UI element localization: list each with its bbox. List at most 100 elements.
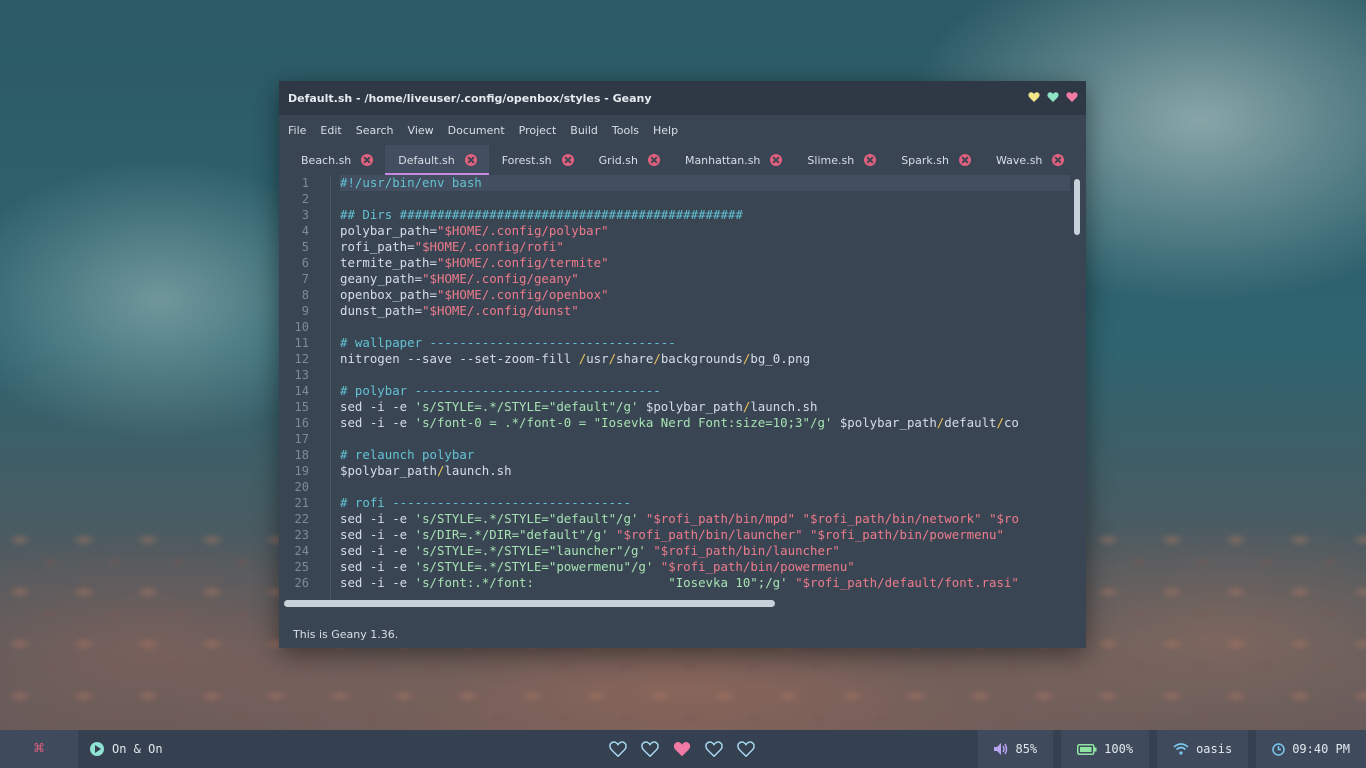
tab-default[interactable]: Default.sh — [385, 145, 490, 175]
tab-close-icon[interactable] — [647, 154, 660, 166]
play-icon[interactable] — [90, 742, 104, 756]
menu-view[interactable]: View — [408, 124, 434, 137]
code-token: # rofi -------------------------------- — [340, 495, 631, 510]
code-line: rofi_path="$HOME/.config/rofi" — [340, 239, 1070, 255]
tab-close-icon[interactable] — [959, 154, 971, 166]
workspace-4-heart-icon[interactable] — [705, 741, 723, 757]
code-line: # relaunch polybar — [340, 447, 1070, 463]
tab-close-icon[interactable] — [864, 154, 877, 166]
tab-close-icon[interactable] — [361, 154, 374, 166]
tab-label: Default.sh — [398, 153, 455, 167]
line-number-gutter: 1 2 3 4 5 6 7 8 9 10 11 12 13 14 15 16 17 18 19 20 21 22 23 24 2… — [279, 175, 323, 599]
maximize-heart-icon[interactable] — [1047, 91, 1059, 103]
code-editor[interactable]: 1 2 3 4 5 6 7 8 9 10 11 12 13 14 15 16 17 18 19 20 21 22 23 24 2… — [279, 175, 1086, 599]
code-line: ​ — [340, 367, 1070, 383]
network-module[interactable]: oasis — [1157, 730, 1249, 768]
code-token: polybar_path= — [340, 223, 437, 238]
code-token: 's/STYLE=.*/STYLE="launcher"/g' — [414, 543, 646, 558]
code-token: openbox_path= — [340, 287, 437, 302]
mpd-track: On & On — [112, 742, 163, 756]
line-number: 22 — [294, 512, 309, 526]
code-token: # relaunch polybar — [340, 447, 475, 462]
code-token: ## Dirs ################################… — [340, 207, 743, 222]
tab-close-icon[interactable] — [770, 154, 783, 166]
launcher-button[interactable]: ⌘ — [0, 730, 78, 768]
mpd-module[interactable]: On & On — [90, 742, 163, 756]
code-area[interactable]: #!/usr/bin/env bash​## Dirs ############… — [340, 175, 1070, 599]
code-token: termite_path= — [340, 255, 437, 270]
line-number: 7 — [301, 272, 309, 286]
tab-label: Forest.sh — [501, 153, 552, 167]
code-token: sed -i -e — [340, 415, 415, 430]
code-line: ​ — [340, 191, 1070, 207]
code-line: geany_path="$HOME/.config/geany" — [340, 271, 1070, 287]
code-token: launch.sh — [444, 463, 512, 478]
horizontal-scrollbar[interactable] — [284, 600, 775, 607]
tab-label: Beach.sh — [301, 153, 352, 167]
volume-module[interactable]: 85% — [978, 730, 1054, 768]
code-line: dunst_path="$HOME/.config/dunst" — [340, 303, 1070, 319]
menu-tools[interactable]: Tools — [612, 124, 639, 137]
code-line: sed -i -e 's/font-0 = .*/font-0 = "Iosev… — [340, 415, 1070, 431]
code-line: ## Dirs ################################… — [340, 207, 1070, 223]
titlebar[interactable]: Default.sh - /home/liveuser/.config/open… — [279, 81, 1086, 115]
code-line: ​ — [340, 479, 1070, 495]
workspace-2-heart-icon[interactable] — [641, 741, 659, 757]
tab-beach[interactable]: Beach.sh — [288, 145, 385, 175]
tab-close-icon[interactable] — [561, 154, 574, 166]
code-token: "Iosevka 10";/g' — [668, 575, 788, 590]
workspace-1-heart-icon[interactable] — [609, 741, 627, 757]
code-token: "$rofi_path/bin/powermenu" — [810, 527, 1004, 542]
code-token: 's/font:.*/font: — [414, 575, 669, 590]
code-token: 's/font-0 = .*/font-0 = "Iosevka Nerd Fo… — [414, 415, 833, 430]
tab-manhattan[interactable]: Manhattan.sh — [672, 145, 794, 175]
menu-project[interactable]: Project — [519, 124, 557, 137]
tab-grid[interactable]: Grid.sh — [586, 145, 672, 175]
line-number: 5 — [301, 240, 309, 254]
line-number: 4 — [301, 224, 309, 238]
tab-label: Spark.sh — [901, 153, 949, 167]
tab-slime[interactable]: Slime.sh — [794, 145, 888, 175]
code-token: sed -i -e — [340, 399, 415, 414]
menu-edit[interactable]: Edit — [320, 124, 341, 137]
volume-value: 85% — [1015, 742, 1038, 756]
code-token: 's/DIR=.*/DIR="default"/g' — [414, 527, 609, 542]
code-token: "$HOME/.config/dunst" — [422, 303, 579, 318]
menu-search[interactable]: Search — [356, 124, 394, 137]
tab-close-icon[interactable] — [1052, 154, 1065, 166]
line-number: 18 — [294, 448, 309, 462]
workspace-5-heart-icon[interactable] — [737, 741, 755, 757]
tab-wave[interactable]: Wave.sh — [983, 145, 1076, 175]
code-token: $polybar_path — [832, 415, 937, 430]
code-token: geany_path= — [340, 271, 423, 286]
code-line: openbox_path="$HOME/.config/openbox" — [340, 287, 1070, 303]
code-token: rofi_path= — [340, 239, 415, 254]
tab-close-icon[interactable] — [464, 154, 477, 166]
menu-document[interactable]: Document — [448, 124, 505, 137]
tab-forest[interactable]: Forest.sh — [489, 145, 586, 175]
code-line: # rofi -------------------------------- — [340, 495, 1070, 511]
code-token: nitrogen --save --set-zoom-fill — [340, 351, 579, 366]
code-line: sed -i -e 's/STYLE=.*/STYLE="launcher"/g… — [340, 543, 1070, 559]
close-heart-icon[interactable] — [1066, 91, 1078, 103]
line-number: 3 — [301, 208, 309, 222]
menu-help[interactable]: Help — [653, 124, 678, 137]
minimize-heart-icon[interactable] — [1028, 91, 1040, 103]
menu-build[interactable]: Build — [570, 124, 598, 137]
fold-margin — [330, 175, 331, 599]
code-line: # polybar ------------------------------… — [340, 383, 1070, 399]
code-line: #!/usr/bin/env bash — [340, 175, 1070, 191]
code-token: "$rofi_path/default/font.rasi" — [795, 575, 1019, 590]
workspace-3-heart-icon[interactable] — [673, 741, 691, 757]
code-token: co — [1003, 415, 1019, 430]
code-token: "$HOME/.config/termite" — [436, 255, 609, 270]
code-token: sed -i -e — [340, 559, 415, 574]
vertical-scrollbar[interactable] — [1074, 179, 1080, 235]
tab-spark[interactable]: Spark.sh — [888, 145, 983, 175]
code-token: "$ro — [989, 511, 1019, 526]
geany-window[interactable]: Default.sh - /home/liveuser/.config/open… — [279, 81, 1086, 648]
menu-file[interactable]: File — [288, 124, 306, 137]
